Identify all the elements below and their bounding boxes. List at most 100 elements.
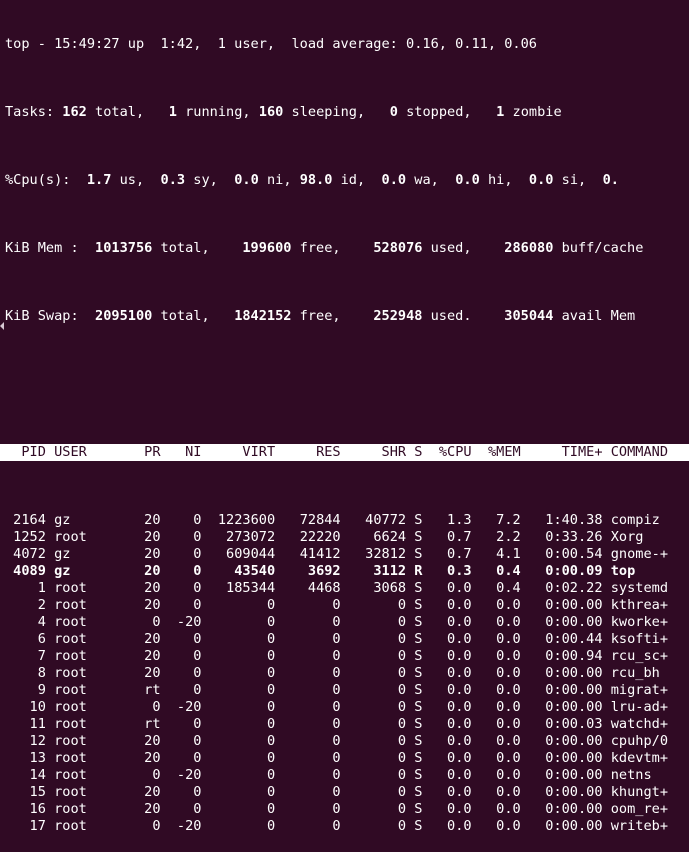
process-cell-virt: 273072 (209, 529, 276, 545)
process-cell-pid: 4 (5, 614, 46, 630)
process-cell-user: root (54, 784, 128, 800)
cpu-hi: 0.0 (455, 172, 480, 188)
process-cell-pr: 20 (135, 546, 161, 562)
process-cell-cmd: netns (610, 767, 669, 783)
process-cell-virt: 0 (209, 682, 276, 698)
tasks-total-label: total, (86, 104, 145, 120)
process-row: 9 root rt 0 0 0 0 S 0.0 0.0 0:00.00 migr… (5, 682, 689, 699)
process-row: 4089 gz 20 0 43540 3692 3112 R 0.3 0.4 0… (5, 563, 689, 580)
process-cell-pid: 8 (5, 665, 46, 681)
process-cell-cmd: oom_re+ (610, 801, 669, 817)
process-cell-mem: 0.0 (479, 597, 521, 613)
process-cell-user: root (54, 631, 128, 647)
tasks-running-label: running, (176, 104, 251, 120)
process-row: 11 root rt 0 0 0 0 S 0.0 0.0 0:00.03 wat… (5, 716, 689, 733)
process-cell-res: 0 (283, 682, 341, 698)
cpu-ni: 0.0 (234, 172, 259, 188)
process-cell-virt: 0 (209, 614, 276, 630)
process-cell-pid: 2164 (5, 512, 46, 528)
process-cell-pr: 20 (135, 750, 161, 766)
process-cell-time: 0:00.00 (528, 733, 603, 749)
process-row: 10 root 0 -20 0 0 0 S 0.0 0.0 0:00.00 lr… (5, 699, 689, 716)
process-cell-cmd: ksofti+ (610, 631, 669, 647)
column-header-pr: PR (135, 444, 161, 460)
process-cell-virt: 0 (209, 801, 276, 817)
process-cell-ni: 0 (168, 512, 202, 528)
process-cell-cpu: 0.0 (430, 733, 472, 749)
process-cell-s: S (414, 784, 423, 800)
column-header-shr: SHR (348, 444, 407, 460)
process-cell-user: gz (54, 512, 128, 528)
process-cell-user: root (54, 529, 128, 545)
process-cell-cmd: top (610, 563, 669, 579)
column-header-command: COMMAND (610, 444, 669, 460)
process-cell-pid: 13 (5, 750, 46, 766)
process-cell-cpu: 0.7 (430, 529, 472, 545)
process-cell-s: S (414, 631, 423, 647)
process-cell-user: root (54, 801, 128, 817)
process-cell-pid: 11 (5, 716, 46, 732)
process-cell-cmd: migrat+ (610, 682, 669, 698)
process-cell-ni: 0 (168, 546, 202, 562)
cpu-sy: 0.3 (160, 172, 186, 188)
process-cell-ni: -20 (168, 699, 202, 715)
swap-label: KiB Swap: (5, 308, 79, 324)
process-cell-s: S (414, 682, 423, 698)
tasks-running: 1 (168, 104, 177, 120)
process-cell-s: S (414, 597, 423, 613)
process-table-header[interactable]: PID USER PR NI VIRT RES SHR S %CPU %MEM … (0, 444, 689, 461)
process-cell-user: root (54, 648, 128, 664)
process-cell-pid: 16 (5, 801, 46, 817)
tasks-stopped: 0 (389, 104, 398, 120)
process-cell-virt: 43540 (209, 563, 276, 579)
process-cell-mem: 0.0 (479, 614, 521, 630)
process-cell-time: 0:00.00 (528, 818, 603, 834)
process-cell-virt: 0 (209, 767, 276, 783)
process-cell-time: 0:00.00 (528, 801, 603, 817)
process-cell-time: 0:00.00 (528, 597, 603, 613)
process-cell-shr: 0 (348, 818, 407, 834)
process-cell-pr: 20 (135, 597, 161, 613)
process-cell-time: 0:00.00 (528, 682, 603, 698)
process-cell-s: S (414, 648, 423, 664)
process-cell-shr: 0 (348, 733, 407, 749)
swap-line: KiB Swap: 2095100 total, 1842152 free, 2… (5, 308, 636, 324)
process-cell-mem: 0.0 (479, 716, 521, 732)
process-cell-s: S (414, 801, 423, 817)
process-row: 2 root 20 0 0 0 0 S 0.0 0.0 0:00.00 kthr… (5, 597, 689, 614)
process-cell-ni: 0 (168, 580, 202, 596)
mem-used: 528076 (373, 240, 423, 256)
process-cell-res: 0 (283, 767, 341, 783)
process-cell-s: S (414, 665, 423, 681)
process-cell-s: S (414, 818, 423, 834)
column-header-pid: PID (5, 444, 46, 460)
process-cell-ni: 0 (168, 682, 202, 698)
process-cell-user: root (54, 716, 128, 732)
process-cell-shr: 0 (348, 648, 407, 664)
process-cell-shr: 0 (348, 682, 407, 698)
process-cell-virt: 0 (209, 716, 276, 732)
top-uptime-line: top - 15:49:27 up 1:42, 1 user, load ave… (5, 36, 537, 52)
process-cell-time: 0:00.00 (528, 614, 603, 630)
process-cell-time: 0:00.44 (528, 631, 603, 647)
process-cell-cmd: khungt+ (610, 784, 669, 800)
process-cell-mem: 0.0 (479, 733, 521, 749)
process-cell-pid: 2 (5, 597, 46, 613)
process-cell-cmd: kworke+ (610, 614, 669, 630)
process-cell-mem: 0.4 (479, 580, 521, 596)
process-cell-cpu: 0.0 (430, 784, 472, 800)
process-table-body: 2164 gz 20 0 1223600 72844 40772 S 1.3 7… (5, 512, 689, 835)
process-row: 14 root 0 -20 0 0 0 S 0.0 0.0 0:00.00 ne… (5, 767, 689, 784)
process-cell-s: S (414, 546, 423, 562)
process-cell-shr: 0 (348, 597, 407, 613)
mem-total: 1013756 (95, 240, 153, 256)
process-cell-cpu: 0.3 (430, 563, 472, 579)
process-cell-ni: 0 (168, 716, 202, 732)
process-cell-virt: 0 (209, 818, 276, 834)
process-cell-s: S (414, 512, 423, 528)
process-row: 6 root 20 0 0 0 0 S 0.0 0.0 0:00.44 ksof… (5, 631, 689, 648)
process-cell-mem: 0.4 (479, 563, 521, 579)
process-cell-user: root (54, 614, 128, 630)
process-cell-pid: 10 (5, 699, 46, 715)
process-cell-shr: 32812 (348, 546, 407, 562)
